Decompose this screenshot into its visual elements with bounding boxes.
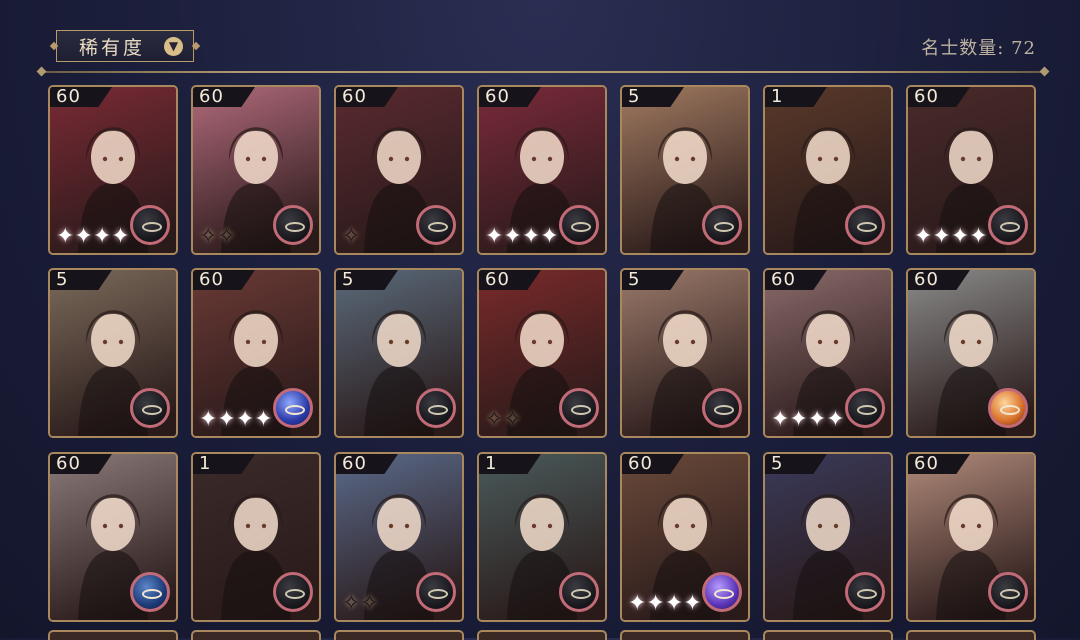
hero-card[interactable]: 60 ✧✧ — [477, 268, 607, 438]
star-sparkle-icon: ✧ — [342, 224, 361, 249]
element-emblem-icon — [416, 572, 456, 612]
element-emblem-icon — [845, 205, 885, 245]
hero-card[interactable]: 60 ✦✦✦✦ — [191, 268, 321, 438]
hero-card[interactable]: 60 ✧✧ — [334, 452, 464, 622]
element-emblem-icon — [130, 388, 170, 428]
element-emblem-icon — [988, 388, 1028, 428]
element-emblem-icon — [559, 572, 599, 612]
element-emblem-icon — [559, 388, 599, 428]
hero-card[interactable]: 60 ✧ — [334, 85, 464, 255]
element-emblem-icon — [130, 205, 170, 245]
star-sparkle-icon: ✦✦✦✦ — [485, 224, 559, 249]
element-emblem-icon — [845, 572, 885, 612]
star-sparkle-icon: ✧✧ — [485, 407, 522, 432]
star-sparkle-icon: ✦✦✦✦ — [914, 224, 988, 249]
hero-card[interactable]: 60 ✦✦✦✦ — [763, 268, 893, 438]
element-emblem-icon — [702, 572, 742, 612]
hero-card[interactable]: 60 ✧✧ — [191, 85, 321, 255]
element-emblem-icon — [416, 205, 456, 245]
element-emblem-icon — [559, 205, 599, 245]
element-emblem-icon — [416, 388, 456, 428]
hero-card[interactable]: 1 — [763, 85, 893, 255]
star-sparkle-icon: ✦✦✦✦ — [628, 591, 702, 616]
element-emblem-icon — [273, 205, 313, 245]
element-emblem-icon — [988, 572, 1028, 612]
hero-card-grid: 60 ✦✦✦✦ 60 ✧✧ 60 ✧ 60 ✦✦✦✦ 5 1 60 ✦✦✦✦ 5… — [0, 0, 1080, 638]
next-row-card-peek — [763, 630, 893, 640]
hero-card[interactable]: 60 ✦✦✦✦ — [620, 452, 750, 622]
hero-card[interactable]: 5 — [620, 268, 750, 438]
hero-card[interactable]: 1 — [191, 452, 321, 622]
element-emblem-icon — [130, 572, 170, 612]
hero-card[interactable]: 5 — [620, 85, 750, 255]
element-emblem-icon — [273, 572, 313, 612]
star-sparkle-icon: ✧✧ — [342, 591, 379, 616]
next-row-card-peek — [477, 630, 607, 640]
hero-card[interactable]: 60 ✦✦✦✦ — [477, 85, 607, 255]
star-sparkle-icon: ✦✦✦✦ — [199, 407, 273, 432]
next-row-card-peek — [48, 630, 178, 640]
next-row-card-peek — [620, 630, 750, 640]
next-row-card-peek — [191, 630, 321, 640]
element-emblem-icon — [988, 205, 1028, 245]
hero-card[interactable]: 1 — [477, 452, 607, 622]
hero-card[interactable]: 5 — [48, 268, 178, 438]
hero-card[interactable]: 60 ✦✦✦✦ — [48, 85, 178, 255]
hero-card[interactable]: 5 — [334, 268, 464, 438]
element-emblem-icon — [702, 388, 742, 428]
hero-card[interactable]: 60 — [48, 452, 178, 622]
hero-card[interactable]: 60 — [906, 268, 1036, 438]
hero-card[interactable]: 60 — [906, 452, 1036, 622]
star-sparkle-icon: ✧✧ — [199, 224, 236, 249]
element-emblem-icon — [845, 388, 885, 428]
star-sparkle-icon: ✦✦✦✦ — [56, 224, 130, 249]
star-sparkle-icon: ✦✦✦✦ — [771, 407, 845, 432]
hero-card[interactable]: 5 — [763, 452, 893, 622]
next-row-card-peek — [906, 630, 1036, 640]
element-emblem-icon — [702, 205, 742, 245]
hero-card[interactable]: 60 ✦✦✦✦ — [906, 85, 1036, 255]
next-row-card-peek — [334, 630, 464, 640]
element-emblem-icon — [273, 388, 313, 428]
